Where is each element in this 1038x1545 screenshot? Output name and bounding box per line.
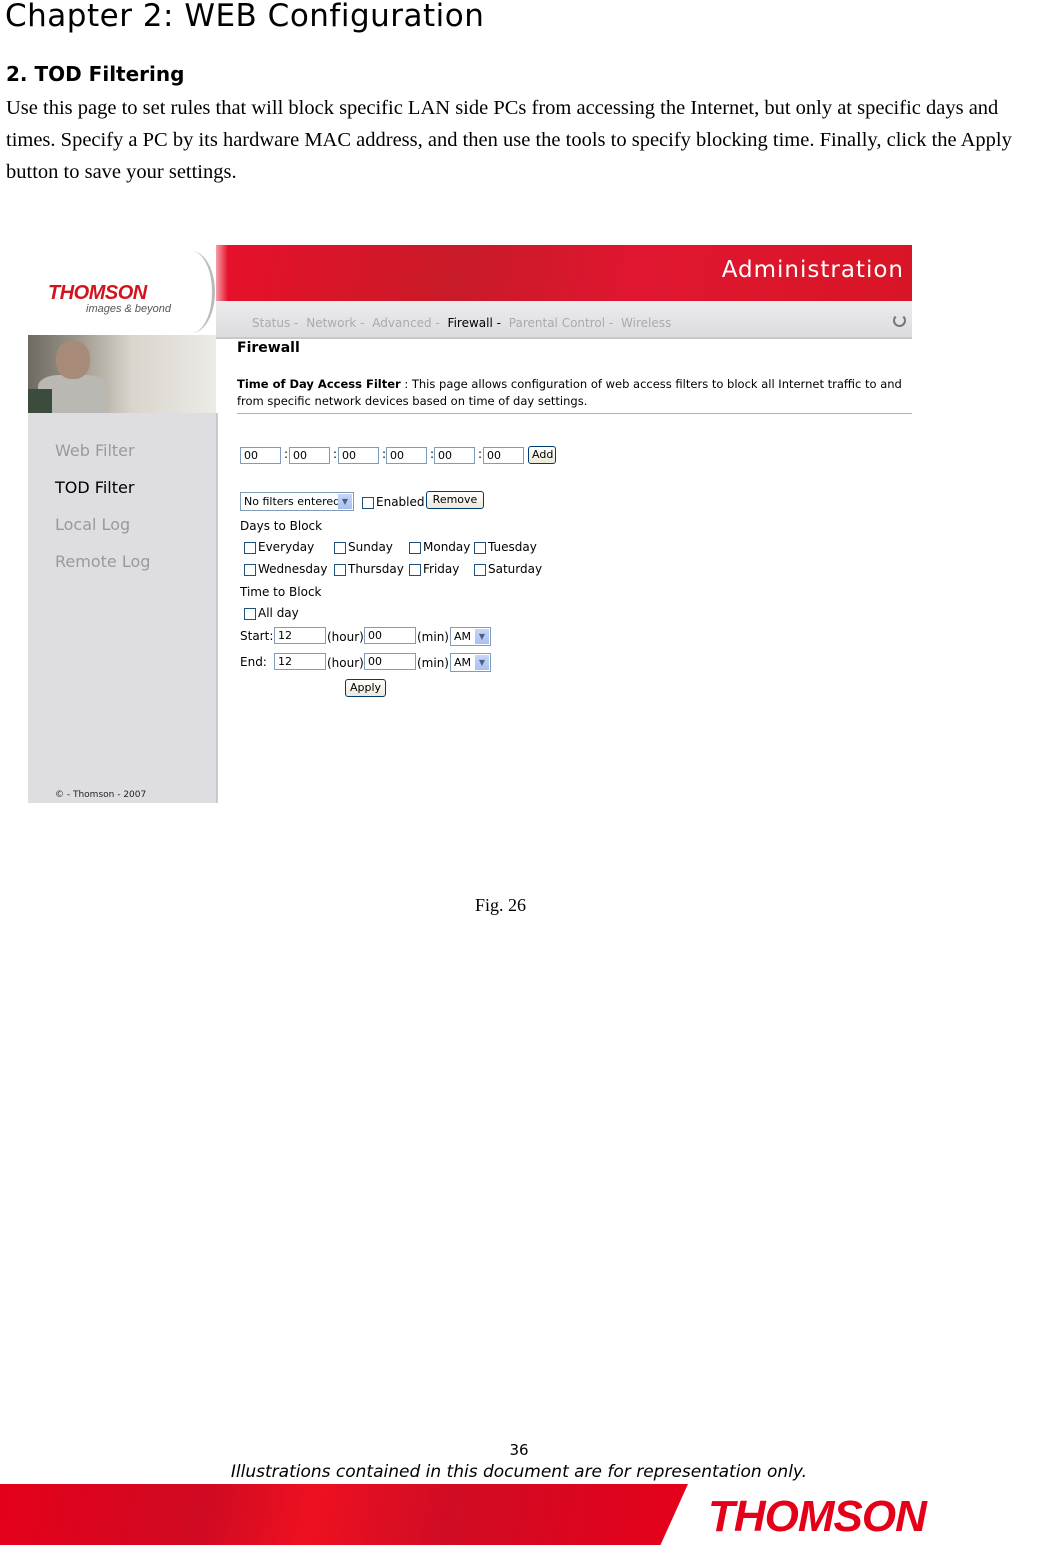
chevron-down-icon: ▼ xyxy=(338,494,352,509)
nav-status[interactable]: Status - xyxy=(252,316,298,330)
thomson-logo: THOMSON xyxy=(48,282,147,304)
sidebar-item-tod-filter[interactable]: TOD Filter xyxy=(55,478,134,497)
nav-firewall[interactable]: Firewall - xyxy=(448,316,501,330)
saturday-checkbox[interactable] xyxy=(474,564,486,576)
mac-octet-6[interactable]: 00 xyxy=(483,447,524,464)
wednesday-checkbox[interactable] xyxy=(244,564,256,576)
chapter-title: Chapter 2: WEB Configuration xyxy=(5,0,485,34)
sunday-checkbox[interactable] xyxy=(334,542,346,554)
page-description: Time of Day Access Filter : This page al… xyxy=(237,376,912,410)
banner-title: Administration xyxy=(721,257,904,283)
start-hour-input[interactable]: 12 xyxy=(274,627,326,644)
filter-select-value: No filters entered. xyxy=(244,495,344,508)
figure-caption: Fig. 26 xyxy=(475,895,527,915)
top-nav: Status - Network - Advanced - Firewall -… xyxy=(216,301,912,339)
end-hour-input[interactable]: 12 xyxy=(274,653,326,670)
photo-laptop xyxy=(28,389,52,413)
divider xyxy=(237,413,912,414)
mac-separator: : xyxy=(333,447,338,461)
day-label-friday: Friday xyxy=(423,562,460,576)
allday-checkbox[interactable] xyxy=(244,608,256,620)
sidebar-item-remote-log[interactable]: Remote Log xyxy=(55,552,150,571)
day-label-wednesday: Wednesday xyxy=(258,562,328,576)
sidebar-item-local-log[interactable]: Local Log xyxy=(55,515,130,534)
hour-label: (hour) xyxy=(327,630,364,644)
start-label: Start: xyxy=(240,629,274,643)
loading-spinner-icon xyxy=(893,314,906,327)
page-number: 36 xyxy=(509,1441,529,1459)
footer-red-band xyxy=(0,1484,688,1545)
footer-thomson-logo: THOMSON xyxy=(708,1492,927,1541)
logo-tagline: images & beyond xyxy=(86,303,171,315)
nav-parental-control[interactable]: Parental Control - xyxy=(509,316,613,330)
logo-area: THOMSON images & beyond xyxy=(28,245,216,333)
filter-select[interactable]: No filters entered. ▼ xyxy=(240,492,354,511)
mac-octet-1[interactable]: 00 xyxy=(240,447,281,464)
section-title: 2. TOD Filtering xyxy=(6,62,185,86)
apply-button[interactable]: Apply xyxy=(345,679,386,697)
days-heading: Days to Block xyxy=(240,519,323,533)
tuesday-checkbox[interactable] xyxy=(474,542,486,554)
day-label-everyday: Everyday xyxy=(258,540,315,554)
chevron-down-icon: ▼ xyxy=(475,629,489,644)
day-label-tuesday: Tuesday xyxy=(488,540,537,554)
intro-paragraph: Use this page to set rules that will blo… xyxy=(6,97,1012,183)
friday-checkbox[interactable] xyxy=(409,564,421,576)
allday-label: All day xyxy=(258,606,299,620)
start-min-input[interactable]: 00 xyxy=(364,627,416,644)
header-banner: Administration xyxy=(216,245,912,301)
monday-checkbox[interactable] xyxy=(409,542,421,554)
mac-octet-4[interactable]: 00 xyxy=(386,447,427,464)
end-label: End: xyxy=(240,655,267,669)
disclaimer: Illustrations contained in this document… xyxy=(230,1462,808,1482)
everyday-checkbox[interactable] xyxy=(244,542,256,554)
start-ampm-value: AM xyxy=(454,630,472,643)
day-label-monday: Monday xyxy=(423,540,471,554)
thursday-checkbox[interactable] xyxy=(334,564,346,576)
chevron-down-icon: ▼ xyxy=(475,655,489,670)
page-title: Firewall xyxy=(237,340,300,356)
copyright: © - Thomson - 2007 xyxy=(55,790,147,800)
end-ampm-select[interactable]: AM ▼ xyxy=(450,653,491,672)
photo-person-head xyxy=(56,341,90,379)
sidebar-item-web-filter[interactable]: Web Filter xyxy=(55,441,135,460)
enabled-label: Enabled xyxy=(376,495,425,509)
start-ampm-select[interactable]: AM ▼ xyxy=(450,627,491,646)
nav-wireless[interactable]: Wireless xyxy=(621,316,671,330)
end-min-input[interactable]: 00 xyxy=(364,653,416,670)
router-ui-screenshot: THOMSON images & beyond Administration S… xyxy=(28,245,912,803)
mac-octet-2[interactable]: 00 xyxy=(289,447,330,464)
mac-octet-3[interactable]: 00 xyxy=(338,447,379,464)
nav-advanced[interactable]: Advanced - xyxy=(372,316,439,330)
min-label: (min) xyxy=(417,630,449,644)
day-label-saturday: Saturday xyxy=(488,562,543,576)
enabled-checkbox[interactable] xyxy=(362,497,374,509)
nav-network[interactable]: Network - xyxy=(306,316,364,330)
mac-octet-5[interactable]: 00 xyxy=(434,447,475,464)
min-label: (min) xyxy=(417,656,449,670)
time-heading: Time to Block xyxy=(240,585,322,599)
remove-button[interactable]: Remove xyxy=(426,491,484,509)
hour-label: (hour) xyxy=(327,656,364,670)
sidebar: Web Filter TOD Filter Local Log Remote L… xyxy=(28,413,218,803)
logo-arc-decoration xyxy=(168,251,215,333)
day-label-sunday: Sunday xyxy=(348,540,393,554)
mac-separator: : xyxy=(478,447,483,461)
day-label-thursday: Thursday xyxy=(348,562,404,576)
end-ampm-value: AM xyxy=(454,656,472,669)
add-button[interactable]: Add xyxy=(528,446,556,464)
header-photo xyxy=(28,335,216,413)
mac-separator: : xyxy=(284,447,289,461)
description-label: Time of Day Access Filter xyxy=(237,377,401,391)
